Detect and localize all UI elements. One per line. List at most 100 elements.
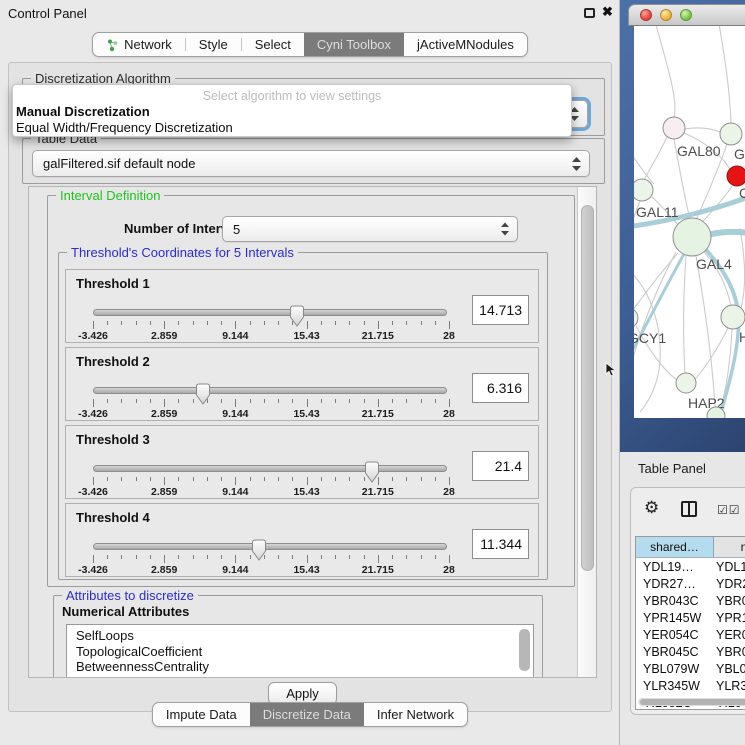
table-row[interactable]: YBR043CYBR0 <box>636 592 745 609</box>
network-node[interactable] <box>720 123 742 145</box>
slider-tick <box>349 477 350 481</box>
threshold-slider-track[interactable] <box>93 465 447 472</box>
table-row[interactable]: YPR145WYPR1 <box>636 609 745 626</box>
slider-tick <box>392 477 393 481</box>
threshold-label: Threshold 2 <box>76 354 150 369</box>
popup-option-equal-width-frequency[interactable]: Equal Width/Frequency Discretization <box>16 120 566 135</box>
select-columns-icons[interactable]: ☑☑ <box>717 503 741 517</box>
threshold-value-field[interactable]: 21.4 <box>472 451 529 481</box>
popup-option-manual-discretization[interactable]: Manual Discretization <box>16 104 566 119</box>
threshold-slider-track[interactable] <box>93 387 447 394</box>
cell-name: YBR0 <box>714 645 745 659</box>
attribute-list-item[interactable]: BetweennessCentrality <box>76 659 533 675</box>
slider-tick-labels: -3.4262.8599.14415.4321.71528 <box>93 564 449 576</box>
threshold-slider-track[interactable] <box>93 543 447 550</box>
network-edge[interactable] <box>634 252 676 388</box>
column-header-shared-name[interactable]: shared… <box>636 537 714 557</box>
network-edge[interactable] <box>696 256 715 407</box>
network-graph[interactable]: GAL80GACGAL11GAL4GCY1HHAP2 <box>634 26 745 418</box>
network-edge[interactable] <box>654 26 675 117</box>
network-node[interactable] <box>634 179 653 201</box>
network-node[interactable] <box>663 117 685 139</box>
tab-select[interactable]: Select <box>242 33 304 56</box>
network-edge[interactable] <box>740 228 745 308</box>
slider-tick <box>193 321 194 325</box>
threshold-row: Threshold 1-3.4262.8599.14415.4321.71528… <box>65 269 539 343</box>
slider-tick <box>121 555 122 559</box>
threshold-coordinates-title: Threshold's Coordinates for 5 Intervals <box>67 245 298 260</box>
network-node[interactable] <box>634 308 638 328</box>
slider-tick <box>307 399 308 407</box>
table-row[interactable]: YER054CYER0 <box>636 626 745 643</box>
cell-shared-name: YBL079W <box>636 662 714 676</box>
network-node[interactable] <box>676 373 696 393</box>
panel-scrollbar[interactable] <box>577 187 596 677</box>
network-node-label: GAL11 <box>636 204 679 220</box>
table-horizontal-scrollbar[interactable] <box>638 698 745 706</box>
slider-tick <box>207 555 208 559</box>
table-row[interactable]: YBL079WYBL0 <box>636 660 745 677</box>
top-tab-group: Network Style Select Cyni Toolbox jActiv… <box>92 32 528 57</box>
network-node[interactable] <box>727 166 745 186</box>
tab-style[interactable]: Style <box>186 33 241 56</box>
float-window-icon[interactable] <box>584 8 595 18</box>
table-row[interactable]: YDR27…YDR2 <box>636 575 745 592</box>
slider-tick <box>335 321 336 325</box>
minimize-traffic-light[interactable] <box>660 9 672 21</box>
close-icon[interactable]: ✖ <box>602 4 613 20</box>
network-edge[interactable] <box>640 362 660 412</box>
network-node[interactable] <box>721 305 745 329</box>
table-hscrollbar-thumb[interactable] <box>640 699 745 705</box>
slider-tick <box>278 399 279 403</box>
tab-infer-network[interactable]: Infer Network <box>364 703 467 726</box>
table-data-combo[interactable]: galFiltered.sif default node <box>32 150 590 177</box>
panel-scrollbar-thumb[interactable] <box>581 205 594 571</box>
slider-tick <box>335 399 336 403</box>
zoom-traffic-light[interactable] <box>680 9 692 21</box>
threshold-value-field[interactable]: 14.713 <box>472 295 529 325</box>
attributes-scrollbar-thumb[interactable] <box>519 629 530 671</box>
table-row[interactable]: YBR045CYBR0 <box>636 643 745 660</box>
slider-tick-label: -3.426 <box>78 330 108 342</box>
columns-icon[interactable] <box>681 501 697 517</box>
network-node[interactable] <box>673 218 711 256</box>
screen: Control Panel ✖ Network Style <box>0 0 745 745</box>
tab-network[interactable]: Network <box>93 33 185 56</box>
slider-tick <box>364 555 365 559</box>
cell-name: YBL0 <box>714 662 745 676</box>
slider-tick-labels: -3.4262.8599.14415.4321.71528 <box>93 408 449 420</box>
network-edge[interactable] <box>684 256 686 373</box>
slider-tick-label: 28 <box>443 408 455 420</box>
threshold-label: Threshold 1 <box>76 276 150 291</box>
tab-impute-data[interactable]: Impute Data <box>153 703 250 726</box>
slider-tick-label: 2.859 <box>151 330 177 342</box>
table-row[interactable]: YLR345WYLR3 <box>636 677 745 694</box>
network-edge[interactable] <box>644 137 667 180</box>
table-row[interactable]: YDL19…YDL1 <box>636 558 745 575</box>
table-panel-region: Table Panel ⚙ ☑☑ shared… na YDL19…YDL1YD… <box>620 452 745 745</box>
tab-jactivemnodules[interactable]: jActiveMNodules <box>404 33 527 56</box>
network-edge[interactable] <box>695 328 728 379</box>
attribute-list-item[interactable]: TopologicalCoefficient <box>76 644 533 660</box>
slider-tick <box>364 477 365 481</box>
slider-tick <box>164 321 165 329</box>
slider-tick <box>292 399 293 403</box>
close-traffic-light[interactable] <box>640 9 652 21</box>
tab-cyni-toolbox[interactable]: Cyni Toolbox <box>304 33 404 56</box>
numerical-attributes-list[interactable]: SelfLoopsTopologicalCoefficientBetweenne… <box>66 624 534 678</box>
number-of-intervals-combo[interactable]: 5 <box>222 216 518 242</box>
control-panel-titlebar: Control Panel <box>0 0 620 26</box>
threshold-slider-track[interactable] <box>93 309 447 316</box>
attribute-list-item[interactable]: SelfLoops <box>76 628 533 644</box>
slider-tick-labels: -3.4262.8599.14415.4321.71528 <box>93 486 449 498</box>
column-header-name[interactable]: na <box>714 537 745 557</box>
network-edge[interactable] <box>685 128 720 132</box>
tab-discretize-data[interactable]: Discretize Data <box>250 703 364 726</box>
gear-icon[interactable]: ⚙ <box>644 499 659 516</box>
network-edge[interactable] <box>634 146 654 184</box>
threshold-value-field[interactable]: 6.316 <box>472 373 529 403</box>
threshold-value-field[interactable]: 11.344 <box>472 529 529 559</box>
slider-tick <box>221 477 222 481</box>
network-canvas[interactable]: GAL80GACGAL11GAL4GCY1HHAP2 <box>634 26 745 418</box>
network-edge[interactable] <box>718 26 731 123</box>
